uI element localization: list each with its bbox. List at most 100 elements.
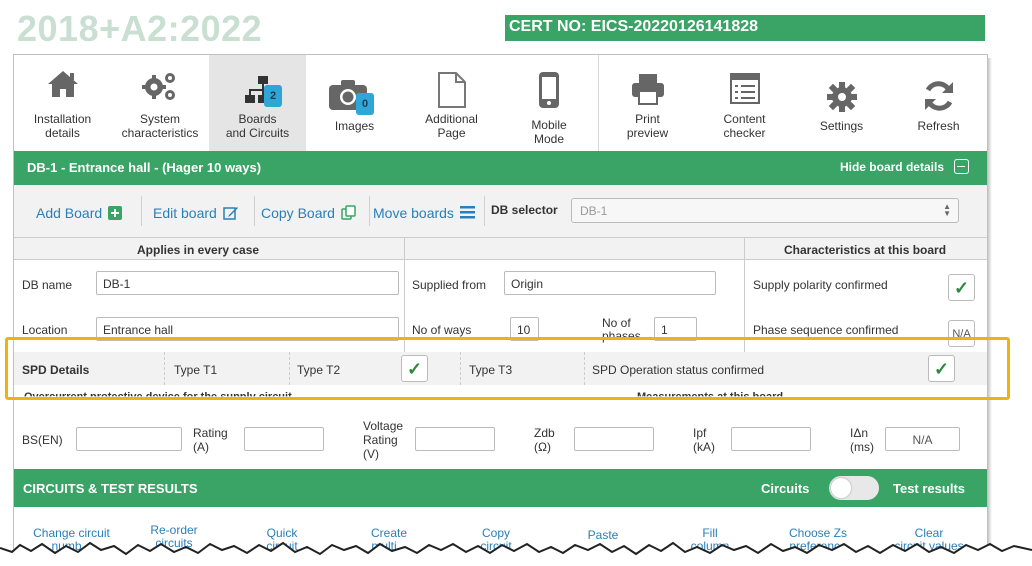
- zdb-label-line1: Zdb: [534, 426, 555, 440]
- bs-en-input[interactable]: [76, 427, 182, 451]
- quick-circuit-button[interactable]: Quick circuit: [242, 527, 322, 553]
- clear-circuit-values-button[interactable]: Clear circuit values: [884, 527, 974, 553]
- circuit-actions: Change circuit numb... Re-order circuits Q…: [14, 507, 987, 566]
- tab-boards-and-circuits[interactable]: 2 Boards and Circuits: [209, 55, 306, 151]
- voltage-rating-input[interactable]: [415, 427, 495, 451]
- no-of-phases-label-line1: No of: [602, 316, 631, 330]
- board-header-bar: DB-1 - Entrance hall - (Hager 10 ways) H…: [14, 151, 987, 185]
- tab-label: Mode: [533, 132, 565, 146]
- plus-square-icon: [108, 205, 123, 223]
- list-icon: [459, 206, 475, 222]
- column-divider: [744, 237, 745, 352]
- supplied-from-input[interactable]: Origin: [504, 271, 716, 295]
- tab-installation-details[interactable]: Installation details: [14, 55, 111, 151]
- tab-print-preview[interactable]: Print preview: [599, 55, 696, 151]
- circuits-header-bar: CIRCUITS & TEST RESULTS Circuits Test re…: [14, 469, 987, 507]
- tab-additional-page[interactable]: Additional Page: [403, 55, 500, 151]
- rating-label-line1: Rating: [193, 426, 228, 440]
- gears-icon: [140, 69, 180, 106]
- toolbar: Installation details System characteristic…: [14, 55, 987, 151]
- add-board-label: Add Board: [36, 205, 103, 221]
- action-label: Paste: [587, 528, 619, 542]
- tab-refresh[interactable]: Refresh: [890, 55, 987, 151]
- circuits-results-toggle[interactable]: [829, 476, 879, 500]
- circuits-toggle-label: Circuits: [761, 481, 810, 496]
- ipf-label: Ipf (kA): [693, 426, 715, 454]
- add-board-button[interactable]: Add Board: [36, 205, 123, 223]
- tab-images[interactable]: 0 Images: [306, 55, 403, 151]
- reorder-circuits-button[interactable]: Re-order circuits: [134, 524, 214, 550]
- rating-label: Rating (A): [193, 426, 228, 454]
- voltage-label-line1: Voltage: [363, 419, 404, 433]
- frame-shadow: [988, 58, 992, 558]
- tab-label: Installation: [33, 112, 92, 126]
- db-selector-label: DB selector: [491, 203, 558, 217]
- rating-input[interactable]: [244, 427, 324, 451]
- tab-content-checker[interactable]: Content checker: [696, 55, 793, 151]
- zdb-label: Zdb (Ω): [534, 426, 555, 454]
- fill-column-button[interactable]: Fill column: [670, 527, 750, 553]
- edition-title: 2018+A2:2022: [17, 8, 263, 49]
- divider: [141, 196, 142, 226]
- location-label: Location: [22, 323, 68, 337]
- idn-label: IΔn (ms): [850, 426, 874, 454]
- tab-label: Boards: [238, 112, 277, 126]
- tab-label: System: [139, 112, 180, 126]
- paste-button[interactable]: Paste: [563, 529, 643, 542]
- house-icon: [46, 69, 80, 102]
- bs-en-label: BS(EN): [22, 433, 63, 447]
- images-count-badge: 0: [356, 93, 374, 115]
- tab-label: checker: [723, 126, 766, 140]
- db-selector-value: DB-1: [580, 204, 608, 218]
- select-arrows-icon: ▲ ▼: [943, 202, 951, 218]
- action-label: circuits: [155, 536, 193, 550]
- collapse-icon[interactable]: [954, 159, 969, 174]
- supply-polarity-checkbox[interactable]: ✓: [948, 274, 975, 301]
- create-multiple-button[interactable]: Create multi...: [349, 527, 429, 553]
- db-selector[interactable]: DB-1 ▲ ▼: [571, 198, 959, 223]
- move-boards-label: Move boards: [373, 205, 454, 221]
- supplied-from-label: Supplied from: [412, 278, 487, 292]
- voltage-rating-label: Voltage Rating (V): [363, 419, 403, 461]
- refresh-icon: [922, 79, 956, 116]
- voltage-label-line2: Rating: [363, 433, 398, 447]
- tab-system-characteristics[interactable]: System characteristics: [111, 55, 209, 151]
- ipf-input[interactable]: [731, 427, 811, 451]
- copy-board-button[interactable]: Copy Board: [261, 205, 357, 223]
- characteristics-heading: Characteristics at this board: [784, 243, 947, 257]
- choose-zs-preference-button[interactable]: Choose Zs preference: [773, 527, 863, 553]
- action-label: circuit values: [894, 539, 964, 553]
- no-of-ways-label: No of ways: [412, 323, 472, 337]
- tab-label: Settings: [819, 119, 864, 133]
- main-panel: Installation details System characteristic…: [13, 54, 988, 566]
- action-label: preference: [789, 539, 847, 553]
- tab-label: Print: [635, 112, 660, 126]
- hide-board-details-link[interactable]: Hide board details: [840, 160, 944, 174]
- idn-label-line2: (ms): [850, 440, 874, 454]
- page-icon: [437, 71, 467, 112]
- db-name-input[interactable]: DB-1: [96, 271, 399, 295]
- tab-label: and Circuits: [225, 126, 290, 140]
- toggle-knob: [831, 478, 851, 498]
- move-boards-button[interactable]: Move boards: [373, 205, 475, 222]
- supply-polarity-label: Supply polarity confirmed: [753, 278, 888, 292]
- divider: [369, 196, 370, 226]
- copy-icon: [341, 205, 357, 223]
- test-results-toggle-label: Test results: [893, 481, 966, 496]
- change-circuit-numbers-button[interactable]: Change circuit numb...: [24, 527, 119, 553]
- edit-board-button[interactable]: Edit board: [153, 205, 239, 223]
- zdb-input[interactable]: [574, 427, 654, 451]
- action-label: circuit: [266, 539, 298, 553]
- rating-label-line2: (A): [193, 440, 209, 454]
- tab-mobile-mode[interactable]: Mobile Mode: [500, 55, 598, 151]
- tab-settings[interactable]: Settings: [793, 55, 890, 151]
- board-actions: Add Board Edit board Copy Board Move boa…: [14, 185, 987, 237]
- copy-board-label: Copy Board: [261, 205, 335, 221]
- ipf-label-line1: Ipf: [693, 426, 707, 440]
- printer-icon: [631, 73, 665, 108]
- action-label: column: [690, 539, 730, 553]
- idn-input[interactable]: N/A: [885, 427, 960, 451]
- divider: [254, 196, 255, 226]
- tab-label: Additional: [425, 112, 478, 126]
- copy-circuit-button[interactable]: Copy circuit: [456, 527, 536, 553]
